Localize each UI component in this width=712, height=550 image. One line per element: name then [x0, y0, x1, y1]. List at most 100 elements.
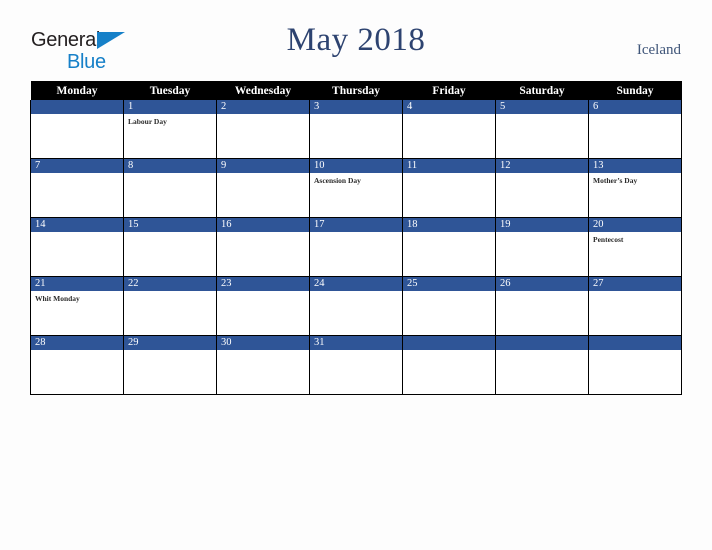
day-cell[interactable]: 1 Labour Day [123, 100, 217, 159]
day-event [310, 350, 402, 353]
day-number: 29 [124, 336, 216, 350]
day-cell[interactable]: 5 [495, 100, 589, 159]
day-event [496, 114, 588, 117]
day-cell[interactable]: 13 Mother’s Day [588, 158, 682, 218]
day-cell[interactable]: 19 [495, 217, 589, 277]
day-cell[interactable]: 11 [402, 158, 496, 218]
day-event [496, 291, 588, 294]
calendar-week-row: 21 Whit Monday 22 23 24 25 26 27 [30, 276, 682, 336]
day-cell[interactable]: 20 Pentecost [588, 217, 682, 277]
day-cell[interactable]: 12 [495, 158, 589, 218]
day-number: 22 [124, 277, 216, 291]
day-cell[interactable]: 17 [309, 217, 403, 277]
day-cell[interactable]: 7 [30, 158, 124, 218]
day-cell[interactable]: 27 [588, 276, 682, 336]
day-cell[interactable]: 9 [216, 158, 310, 218]
day-event [403, 350, 495, 353]
day-event [589, 291, 681, 294]
day-event [217, 173, 309, 176]
day-event: Whit Monday [35, 294, 80, 303]
day-number: 25 [403, 277, 495, 291]
day-cell[interactable]: 6 [588, 100, 682, 159]
day-number: 6 [589, 100, 681, 114]
calendar-week-row: 7 8 9 10 Ascension Day 11 12 13 Mother’s D… [30, 158, 682, 218]
day-number: 2 [217, 100, 309, 114]
day-event [589, 114, 681, 117]
day-event [403, 291, 495, 294]
day-number: 16 [217, 218, 309, 232]
day-number: 18 [403, 218, 495, 232]
calendar-week-row: 28 29 30 31 [30, 335, 682, 395]
day-cell[interactable]: 30 [216, 335, 310, 395]
day-cell[interactable] [30, 100, 124, 159]
day-number [31, 100, 123, 114]
weekday-header-monday: Monday [30, 81, 124, 100]
day-cell[interactable]: 25 [402, 276, 496, 336]
day-cell[interactable]: 15 [123, 217, 217, 277]
day-number: 28 [31, 336, 123, 350]
calendar-page: General Blue May 2018 Iceland Monday Tue… [0, 0, 712, 550]
day-cell[interactable] [588, 335, 682, 395]
day-event [124, 173, 216, 176]
day-number [496, 336, 588, 350]
weekday-header-wednesday: Wednesday [216, 81, 310, 100]
day-cell[interactable]: 24 [309, 276, 403, 336]
day-event [496, 350, 588, 353]
day-number: 13 [589, 159, 681, 173]
day-cell[interactable]: 3 [309, 100, 403, 159]
weekday-header-saturday: Saturday [495, 81, 589, 100]
day-number: 19 [496, 218, 588, 232]
day-number [403, 336, 495, 350]
day-cell[interactable]: 4 [402, 100, 496, 159]
day-number: 21 [31, 277, 123, 291]
day-cell[interactable]: 2 [216, 100, 310, 159]
day-number: 20 [589, 218, 681, 232]
day-event: Pentecost [593, 235, 624, 244]
day-cell[interactable]: 26 [495, 276, 589, 336]
day-cell[interactable]: 16 [216, 217, 310, 277]
day-event [31, 232, 123, 235]
weekday-header-tuesday: Tuesday [123, 81, 217, 100]
day-number: 1 [124, 100, 216, 114]
day-number: 23 [217, 277, 309, 291]
day-event [31, 350, 123, 353]
day-event: Mother’s Day [593, 176, 638, 185]
day-event [589, 350, 681, 353]
day-cell[interactable]: 18 [402, 217, 496, 277]
day-cell[interactable] [402, 335, 496, 395]
day-number: 9 [217, 159, 309, 173]
day-number: 5 [496, 100, 588, 114]
day-number: 24 [310, 277, 402, 291]
day-cell[interactable]: 23 [216, 276, 310, 336]
day-cell[interactable]: 29 [123, 335, 217, 395]
weekday-header-sunday: Sunday [588, 81, 682, 100]
day-cell[interactable]: 14 [30, 217, 124, 277]
page-title: May 2018 [286, 22, 426, 58]
day-event [217, 350, 309, 353]
day-cell[interactable]: 21 Whit Monday [30, 276, 124, 336]
weekday-header-friday: Friday [402, 81, 496, 100]
day-event [496, 173, 588, 176]
day-event [310, 114, 402, 117]
day-cell[interactable]: 31 [309, 335, 403, 395]
day-number: 30 [217, 336, 309, 350]
day-event [403, 114, 495, 117]
day-cell[interactable]: 8 [123, 158, 217, 218]
day-event [124, 291, 216, 294]
day-cell[interactable]: 22 [123, 276, 217, 336]
weekday-header-row: Monday Tuesday Wednesday Thursday Friday… [30, 81, 682, 100]
day-event [31, 114, 123, 117]
day-event [310, 291, 402, 294]
page-header: General Blue May 2018 Iceland [0, 22, 712, 72]
day-cell[interactable]: 28 [30, 335, 124, 395]
day-number: 11 [403, 159, 495, 173]
day-number: 27 [589, 277, 681, 291]
day-cell[interactable]: 10 Ascension Day [309, 158, 403, 218]
country-label: Iceland [636, 42, 681, 58]
day-number: 26 [496, 277, 588, 291]
day-number: 4 [403, 100, 495, 114]
day-event [124, 350, 216, 353]
day-cell[interactable] [495, 335, 589, 395]
calendar-week-row: 1 Labour Day 2 3 4 5 6 [30, 100, 682, 159]
day-event [124, 232, 216, 235]
